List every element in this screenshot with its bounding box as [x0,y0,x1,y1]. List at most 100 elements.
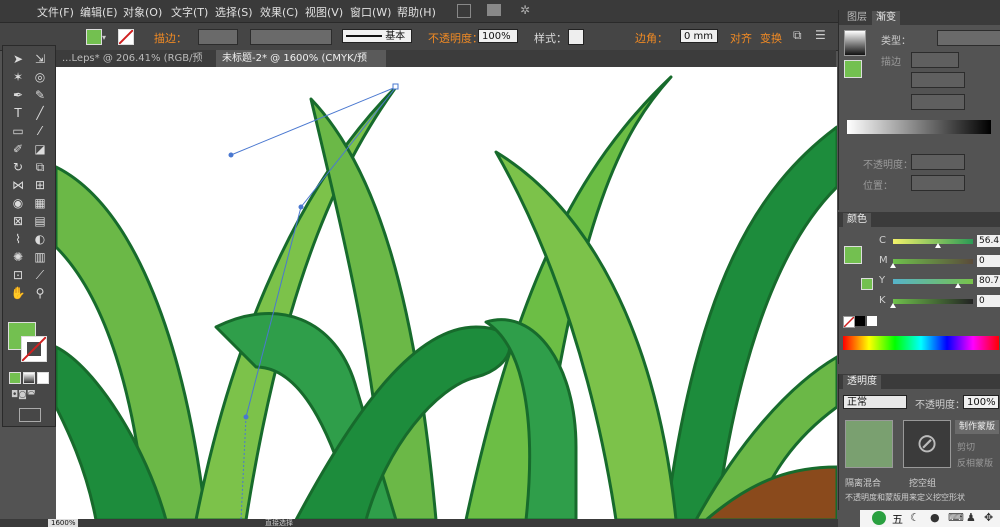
draw-mode-icons[interactable]: ◘◙◚ [11,390,47,400]
menu-object[interactable]: 对象(O) [123,4,162,20]
slider-thumb[interactable] [890,303,896,308]
magic-wand-icon[interactable]: ✶ [9,68,27,86]
opacity-mask-knockout-checkbox[interactable]: 不透明度和蒙版用来定义挖空形状 [845,492,965,503]
eraser-tool-icon[interactable]: ◪ [31,140,49,158]
opacity-label[interactable]: 不透明度： [428,30,483,46]
tab-transparency[interactable]: 透明度 [843,375,881,389]
tab-document-2[interactable]: 未标题-2* @ 1600% (CMYK/预览) [216,50,386,81]
stroke-swatch[interactable] [118,29,134,45]
scale-tool-icon[interactable]: ⧉ [31,158,49,176]
none-mode-icon[interactable] [37,372,49,384]
isolate-blending-checkbox[interactable]: 隔离混合 [845,476,881,489]
punctuation-icon[interactable]: ● [930,511,940,524]
gradient-fill-swatch[interactable] [844,60,862,78]
gradient-mode-icon[interactable] [23,372,35,384]
menu-select[interactable]: 选择(S) [215,4,253,20]
angle-field[interactable] [911,72,965,88]
curvature-tool-icon[interactable]: ✎ [31,86,49,104]
zoom-tool-icon[interactable]: ⚲ [31,284,49,302]
gradient-position-field[interactable] [911,175,965,191]
tools-icon[interactable]: ✥ [984,511,993,524]
panel-menu-icon[interactable]: ☰ [815,28,826,42]
out-of-gamut-swatch[interactable] [861,278,873,290]
corner-label[interactable]: 边角： [635,30,668,46]
channel-y-slider[interactable] [893,279,973,288]
menu-edit[interactable]: 编辑(E) [80,4,118,20]
slider-thumb[interactable] [890,263,896,268]
menu-view[interactable]: 视图(V) [305,4,343,20]
channel-c-slider[interactable] [893,239,973,248]
width-tool-icon[interactable]: ⋈ [9,176,27,194]
gradient-tool-icon[interactable]: ▤ [31,212,49,230]
graphic-style-swatch[interactable] [568,29,584,45]
align-link[interactable]: 对齐 [730,30,752,46]
eyedropper-icon[interactable]: ⌇ [9,230,27,248]
blend-mode-select[interactable]: 正常 [843,395,907,409]
channel-c-value[interactable]: 56.4 [977,235,1000,247]
sogou-ime-icon[interactable] [872,511,886,525]
mesh-tool-icon[interactable]: ⊠ [9,212,27,230]
menu-effect[interactable]: 效果(C) [260,4,298,20]
aspect-field[interactable] [911,94,965,110]
brush-definition-field[interactable]: 基本 [342,29,412,43]
color-fill-swatch[interactable] [844,246,862,264]
corner-field[interactable]: 0 mm [680,29,718,43]
blend-tool-icon[interactable]: ◐ [31,230,49,248]
artboard[interactable] [56,67,837,520]
slice-tool-icon[interactable]: ⟋ [31,266,49,284]
slider-thumb[interactable] [954,283,961,288]
gradient-type-select[interactable] [937,30,1000,46]
zoom-field[interactable]: 1600% [48,519,79,527]
user-icon[interactable]: ♟ [966,511,976,524]
rotate-tool-icon[interactable]: ↻ [9,158,27,176]
gradient-opacity-field[interactable] [911,154,965,170]
lasso-icon[interactable]: ◎ [31,68,49,86]
menu-help[interactable]: 帮助(H) [397,4,436,20]
pen-tool-icon[interactable]: ✒ [9,86,27,104]
menu-window[interactable]: 窗口(W) [350,4,391,20]
isolate-icon[interactable]: ⧉ [793,28,802,43]
clip-checkbox-label[interactable]: 剪切 [957,440,975,453]
transparency-opacity-field[interactable]: 100% [963,395,999,409]
gradient-preview[interactable] [844,30,866,56]
tab-gradient[interactable]: 渐变 [872,11,900,25]
paintbrush-tool-icon[interactable]: ⁄ [31,122,49,140]
menu-type[interactable]: 文字(T) [171,4,208,20]
type-tool-icon[interactable]: T [9,104,27,122]
artboard-tool-icon[interactable]: ⊡ [9,266,27,284]
hand-tool-icon[interactable]: ✋ [9,284,27,302]
shape-builder-icon[interactable]: ◉ [9,194,27,212]
tab-layers[interactable]: 图层 [843,11,871,25]
make-mask-button[interactable]: 制作蒙版 [955,420,999,434]
tab-document-1[interactable]: ...Leps* @ 206.41% (RGB/预览) [56,50,214,81]
moon-icon[interactable]: ☾ [910,511,920,524]
ime-mode-label[interactable]: 五 [892,511,903,527]
variable-width-field[interactable] [250,29,332,45]
line-tool-icon[interactable]: ╱ [31,104,49,122]
stroke-label[interactable]: 描边： [154,30,187,46]
menu-file[interactable]: 文件(F) [37,4,74,20]
symbol-sprayer-icon[interactable]: ✺ [9,248,27,266]
column-graph-icon[interactable]: ▥ [31,248,49,266]
screen-mode-icon[interactable] [19,408,41,422]
slider-thumb[interactable] [935,243,942,248]
channel-k-value[interactable]: 0 [977,295,1000,307]
knockout-group-checkbox[interactable]: 挖空组 [909,476,936,489]
channel-m-value[interactable]: 0 [977,255,1000,267]
pencil-tool-icon[interactable]: ✐ [9,140,27,158]
color-spectrum[interactable] [843,336,999,350]
bridge-icon[interactable] [457,4,471,18]
direct-selection-tool-icon[interactable]: ⇲ [31,50,49,68]
transform-link[interactable]: 变换 [760,30,782,46]
stroke-color-box[interactable] [21,336,47,362]
black-swatch[interactable] [855,316,865,326]
white-swatch[interactable] [867,316,877,326]
fill-swatch[interactable] [86,29,102,45]
channel-m-slider[interactable] [890,259,973,268]
channel-k-slider[interactable] [890,299,973,308]
color-mode-icon[interactable] [9,372,21,384]
tab-color[interactable]: 颜色 [843,213,871,227]
free-transform-icon[interactable]: ⊞ [31,176,49,194]
object-thumbnail[interactable] [845,420,893,468]
channel-y-value[interactable]: 80.7 [977,275,1000,287]
